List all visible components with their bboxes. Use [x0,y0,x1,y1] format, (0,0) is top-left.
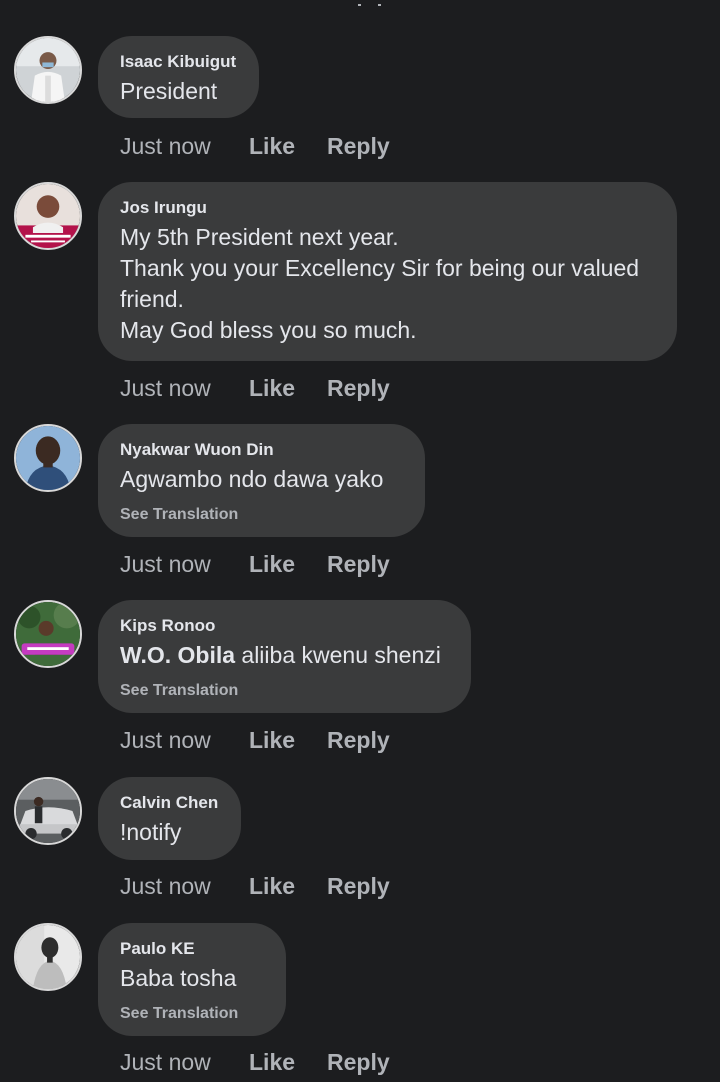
avatar[interactable] [14,182,82,250]
comment-text-rest: aliiba kwenu shenzi [235,642,441,668]
like-button[interactable]: Like [249,872,295,900]
comment-text: My 5th President next year. Thank you yo… [120,222,655,346]
avatar[interactable] [14,923,82,991]
comment-bubble: Kips Ronoo W.O. Obila aliiba kwenu shenz… [98,600,471,713]
reply-button[interactable]: Reply [327,872,390,900]
comment-line: friend. [120,286,184,312]
mention-link[interactable]: W.O. Obila [120,642,235,668]
comments-page: Isaac Kibuigut President Just now Like R… [0,0,720,1082]
like-button[interactable]: Like [249,132,295,160]
comment-author[interactable]: Nyakwar Wuon Din [120,440,403,460]
comment-bubble: Paulo KE Baba tosha See Translation [98,923,286,1036]
comment-bubble: Jos Irungu My 5th President next year. T… [98,182,677,361]
comment-line: My 5th President next year. [120,224,399,250]
comment-text: Agwambo ndo dawa yako [120,466,384,492]
comment-author[interactable]: Jos Irungu [120,198,655,218]
comment-timestamp[interactable]: Just now [120,872,211,900]
comment-author[interactable]: Paulo KE [120,939,264,959]
comment-bubble: Isaac Kibuigut President [98,36,259,118]
reply-button[interactable]: Reply [327,550,390,578]
comment-author[interactable]: Calvin Chen [120,793,219,813]
avatar[interactable] [14,600,82,668]
reply-button[interactable]: Reply [327,132,390,160]
see-translation-link[interactable]: See Translation [120,1004,264,1024]
see-translation-link[interactable]: See Translation [120,505,403,525]
avatar[interactable] [14,424,82,492]
comment-text: President [120,78,218,104]
comment-line: Thank you your Excellency Sir for being … [120,255,640,281]
comment-timestamp[interactable]: Just now [120,374,211,402]
comment-line: May God bless you so much. [120,317,417,343]
avatar[interactable] [14,36,82,104]
comment-timestamp[interactable]: Just now [120,726,211,754]
reply-button[interactable]: Reply [327,726,390,754]
comment-timestamp[interactable]: Just now [120,132,211,160]
like-button[interactable]: Like [249,1048,295,1076]
comment-text: !notify [120,819,182,845]
like-button[interactable]: Like [249,374,295,402]
comment-timestamp[interactable]: Just now [120,1048,211,1076]
comment-text: W.O. Obila aliiba kwenu shenzi [120,640,449,671]
reply-button[interactable]: Reply [327,374,390,402]
like-button[interactable]: Like [249,726,295,754]
scroll-indicator [340,0,400,10]
comment-timestamp[interactable]: Just now [120,550,211,578]
comment-text: Baba tosha [120,965,237,991]
like-button[interactable]: Like [249,550,295,578]
comment-author[interactable]: Kips Ronoo [120,616,449,636]
comment-bubble: Nyakwar Wuon Din Agwambo ndo dawa yako S… [98,424,425,537]
comment-author[interactable]: Isaac Kibuigut [120,52,237,72]
comment-bubble: Calvin Chen !notify [98,777,241,860]
see-translation-link[interactable]: See Translation [120,681,449,701]
reply-button[interactable]: Reply [327,1048,390,1076]
avatar[interactable] [14,777,82,845]
